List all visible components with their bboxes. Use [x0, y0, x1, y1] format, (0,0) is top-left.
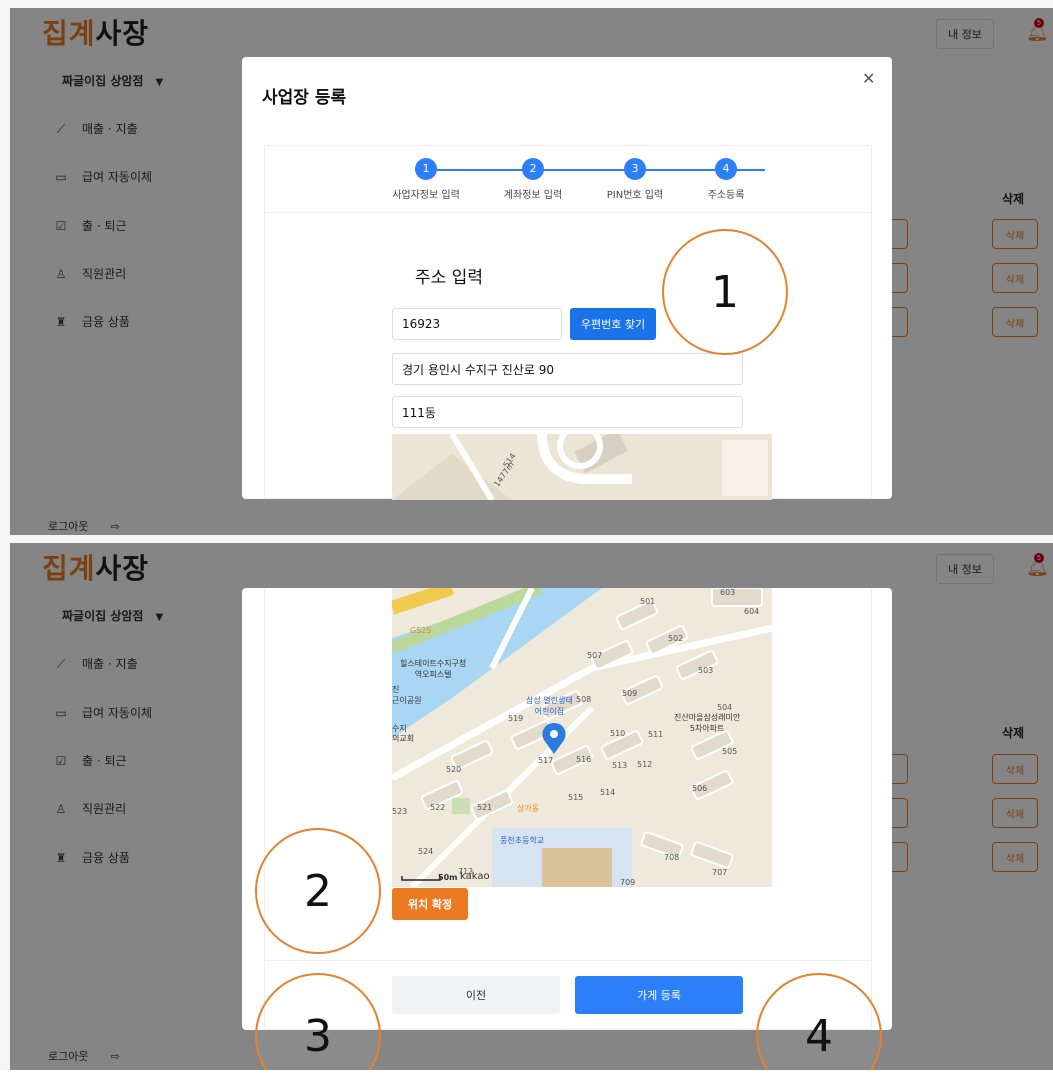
card-divider: [265, 960, 871, 961]
map-building-label: 520: [446, 765, 462, 774]
step-label: 사업자정보 입력: [392, 190, 460, 201]
map-building-label: 521: [477, 803, 493, 812]
map-building-label: 522: [430, 803, 446, 812]
step-2: 2 계좌정보 입력: [488, 158, 578, 201]
map-building-label: 519: [508, 714, 524, 723]
map-building-label: 504: [717, 703, 733, 712]
map-building-label: 510: [610, 729, 626, 738]
map-building-label: 516: [576, 755, 592, 764]
map-building-label: 523: [392, 807, 408, 816]
business-register-modal: 사업장 등록 ✕ 1 사업자정보 입력 2 계좌정보 입력 3 PIN번호 입력 4 주…: [242, 57, 892, 500]
map-building-label: 505: [722, 747, 738, 756]
register-store-button[interactable]: 가게 등록: [575, 976, 743, 1014]
map-building-label: 512: [637, 760, 653, 769]
map-building-label: 507: [587, 651, 603, 660]
card-divider: [265, 212, 871, 213]
map-building-label: 708: [664, 853, 680, 862]
map-label-gs25: GS25: [410, 626, 432, 635]
step-1: 1 사업자정보 입력: [381, 158, 471, 201]
step-label: 계좌정보 입력: [503, 190, 563, 201]
zipcode-input[interactable]: 16923: [392, 308, 562, 340]
step-number: 3: [624, 158, 646, 180]
map-building-label: 709: [620, 878, 636, 887]
bottom-screenshot-panel: 집계사장 짜글이집 상암점 ▼ ⟋ 매출 · 지출 ▭ 급여 자동이체 ☑ 출 · 퇴근…: [0, 535, 1053, 1070]
register-card: GS25 힐스테이트수지구청 역오피스텔 진 근이공원 수지 의교회 삼성 열린…: [264, 588, 872, 1030]
step-4: 4 주소등록: [681, 158, 771, 201]
prev-button[interactable]: 이전: [392, 976, 560, 1014]
confirm-location-button[interactable]: 위치 확정: [392, 888, 468, 920]
map-label-church: 의교회: [392, 734, 415, 743]
map-scale-label: 50m: [438, 873, 458, 882]
address-title: 주소 입력: [415, 268, 483, 288]
map-label-officetel: 힐스테이트수지구청 역오피스텔: [400, 659, 467, 679]
map-building-label: 513: [612, 761, 628, 770]
step-label: 주소등록: [707, 190, 745, 201]
close-icon[interactable]: ✕: [862, 69, 875, 88]
map-label-mall: 상가동: [517, 804, 540, 813]
map-label-daycare: 삼성 열린생태 어린이집: [526, 696, 573, 716]
map-view[interactable]: GS25 힐스테이트수지구청 역오피스텔 진 근이공원 수지 의교회 삼성 열린…: [392, 588, 772, 887]
map-building-label: 707: [712, 868, 728, 877]
map-building-label: 515: [568, 793, 584, 802]
map-building-label: 502: [668, 634, 684, 643]
find-zipcode-button[interactable]: 우편번호 찾기: [570, 308, 656, 340]
map-building-label: 506: [692, 784, 708, 793]
map-graphic: [392, 434, 772, 500]
map-preview-top[interactable]: 514 1477m: [392, 434, 772, 500]
map-building-label: 511: [648, 730, 664, 739]
map-building-label: 509: [622, 689, 638, 698]
address-input[interactable]: 경기 용인시 수지구 진산로 90: [392, 353, 743, 385]
modal-title: 사업장 등록: [262, 88, 347, 108]
register-card: 1 사업자정보 입력 2 계좌정보 입력 3 PIN번호 입력 4 주소등록 주소 입력…: [264, 145, 872, 500]
map-label-school: 풍천초등학교: [500, 836, 545, 845]
map-building-label: 501: [640, 597, 656, 606]
business-register-modal-scrolled: GS25 힐스테이트수지구청 역오피스텔 진 근이공원 수지 의교회 삼성 열린…: [242, 588, 892, 1030]
map-building-label: 524: [418, 847, 434, 856]
step-label: PIN번호 입력: [606, 190, 664, 201]
address-detail-input[interactable]: 111동: [392, 396, 743, 428]
callout-2: 2: [255, 828, 381, 954]
map-label-apartment: 진산마을삼성래미안 5차아파트: [674, 713, 741, 733]
step-number: 2: [522, 158, 544, 180]
map-graphic: [392, 588, 772, 887]
step-number: 4: [715, 158, 737, 180]
map-building-label: 514: [600, 788, 616, 797]
map-building-label: 508: [576, 695, 592, 704]
step-3: 3 PIN번호 입력: [590, 158, 680, 201]
callout-1: 1: [662, 229, 788, 355]
map-label-park: 진 근이공원: [392, 685, 422, 705]
step-number: 1: [415, 158, 437, 180]
kakao-logo: kakao: [460, 871, 490, 882]
map-building-label: 604: [744, 607, 760, 616]
map-building-label: 603: [720, 588, 736, 597]
map-building-label: 503: [698, 666, 714, 675]
top-screenshot-panel: 집계사장 짜글이집 상암점 ▼ ⟋ 매출 · 지출 ▭ 급여 자동이체 ☑ 출 · 퇴근…: [0, 0, 1053, 535]
map-building-label: 517: [538, 756, 554, 765]
